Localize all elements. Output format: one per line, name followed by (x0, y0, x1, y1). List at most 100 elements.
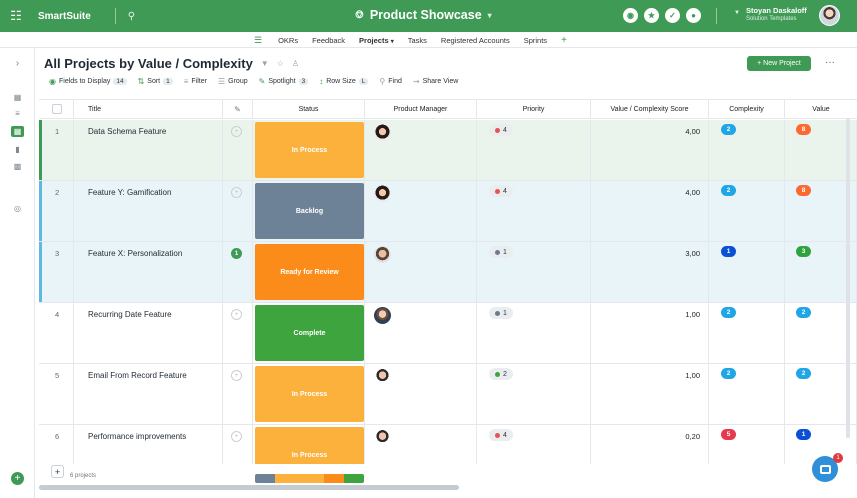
column-product-manager[interactable]: Product Manager (365, 100, 477, 119)
column-status[interactable]: Status (253, 100, 365, 119)
record-title[interactable]: Feature X: Personalization (88, 249, 182, 258)
sort-button[interactable]: ⇅ Sort 1 (138, 77, 173, 86)
horizontal-scrollbar[interactable] (39, 485, 459, 490)
complexity-badge[interactable]: 2 (721, 368, 736, 379)
user-avatar[interactable] (819, 5, 840, 26)
product-manager-avatar[interactable] (374, 368, 391, 385)
table-row[interactable]: 1 Data Schema Feature + In Process 4 4,00 2 8 (39, 120, 857, 181)
priority-badge[interactable]: 4 (489, 185, 513, 197)
record-title[interactable]: Data Schema Feature (88, 127, 166, 136)
tab-sprints[interactable]: Sprints (524, 36, 547, 45)
card-view-icon[interactable]: ▦ (11, 92, 24, 103)
value-badge[interactable]: 3 (796, 246, 811, 257)
more-options-icon[interactable]: ··· (825, 57, 835, 68)
user-menu[interactable]: ▼ Stoyan Daskaloff Solution Templates (734, 6, 807, 23)
column-priority[interactable]: Priority (477, 100, 591, 119)
status-badge[interactable]: In Process (255, 122, 364, 178)
star-icon[interactable]: ☆ (277, 59, 284, 68)
find-button[interactable]: ⚲ Find (379, 77, 401, 86)
group-button[interactable]: ☰ Group (218, 77, 248, 86)
column-complexity[interactable]: Complexity (709, 100, 785, 119)
complexity-badge[interactable]: 2 (721, 124, 736, 135)
app-title[interactable]: ⎊ Product Showcase ▾ (355, 8, 492, 22)
status-badge[interactable]: Ready for Review (255, 244, 364, 300)
collapse-chevron-icon[interactable]: › (11, 58, 24, 69)
check-icon[interactable]: ✓ (665, 8, 680, 23)
spotlight-button[interactable]: ✎ Spotlight 3 (259, 77, 309, 86)
filter-button[interactable]: ≡ Filter (184, 77, 207, 86)
priority-badge[interactable]: 4 (489, 124, 513, 136)
notifications-icon[interactable]: ● (686, 8, 701, 23)
add-comment-icon[interactable]: + (231, 126, 242, 137)
add-comment-icon[interactable]: + (231, 370, 242, 381)
kanban-view-icon[interactable]: ▮ (11, 144, 24, 155)
list-view-icon[interactable]: ≡ (11, 108, 24, 119)
add-comment-icon[interactable]: + (231, 431, 242, 442)
complexity-badge[interactable]: 5 (721, 429, 736, 440)
help-icon[interactable]: ★ (644, 8, 659, 23)
record-title[interactable]: Email From Record Feature (88, 371, 187, 380)
priority-badge[interactable]: 4 (489, 429, 513, 441)
status-badge[interactable]: In Process (255, 366, 364, 422)
product-manager-avatar[interactable] (374, 124, 391, 141)
status-badge[interactable]: Complete (255, 305, 364, 361)
search-icon[interactable]: ⚲ (128, 11, 135, 22)
status-badge[interactable]: Backlog (255, 183, 364, 239)
value-badge[interactable]: 1 (796, 429, 811, 440)
table-row[interactable]: 5 Email From Record Feature + In Process 2 1,… (39, 364, 857, 425)
record-title[interactable]: Feature Y: Gamification (88, 188, 171, 197)
column-value-complexity-score[interactable]: Value / Complexity Score (591, 100, 709, 119)
calendar-view-icon[interactable]: ▩ (11, 161, 24, 172)
tab-feedback[interactable]: Feedback (312, 36, 345, 45)
main-panel: All Projects by Value / Complexity ▼ ☆ ♙… (35, 48, 857, 498)
tab-okrs[interactable]: OKRs (278, 36, 298, 45)
record-icon[interactable]: ◎ (11, 203, 24, 214)
menu-icon[interactable]: ☰ (254, 35, 262, 46)
record-title[interactable]: Performance improvements (88, 432, 186, 441)
column-value[interactable]: Value (785, 100, 857, 119)
priority-badge[interactable]: 2 (489, 368, 513, 380)
table-row[interactable]: 3 Feature X: Personalization 1 Ready for Re… (39, 242, 857, 303)
complexity-badge[interactable]: 1 (721, 246, 736, 257)
chat-button[interactable]: 1 (812, 453, 843, 482)
product-manager-avatar[interactable] (374, 246, 391, 263)
value-badge[interactable]: 8 (796, 185, 811, 196)
solution-icon[interactable]: ◉ (623, 8, 638, 23)
add-record-button[interactable]: + (51, 465, 64, 478)
share-view-button[interactable]: ⇝ Share View (413, 77, 458, 86)
grid-view-icon[interactable]: ▦ (11, 126, 24, 137)
new-project-button[interactable]: + New Project (747, 56, 811, 71)
chevron-down-icon[interactable]: ▼ (261, 59, 269, 68)
tab-projects[interactable]: Projects ▾ (359, 36, 394, 45)
add-comment-icon[interactable]: + (231, 309, 242, 320)
table-row[interactable]: 4 Recurring Date Feature + Complete 1 1,00 2 2 (39, 303, 857, 364)
share-people-icon[interactable]: ♙ (292, 59, 299, 68)
comments-column-icon[interactable]: ✎ (223, 100, 253, 119)
priority-badge[interactable]: 1 (489, 246, 513, 258)
complexity-badge[interactable]: 2 (721, 185, 736, 196)
add-comment-icon[interactable]: + (231, 187, 242, 198)
priority-dot (495, 432, 500, 438)
value-badge[interactable]: 2 (796, 368, 811, 379)
table-row[interactable]: 2 Feature Y: Gamification + Backlog 4 4,00 2 8 (39, 181, 857, 242)
product-manager-avatar[interactable] (374, 429, 391, 446)
priority-badge[interactable]: 1 (489, 307, 513, 319)
vertical-scrollbar[interactable] (846, 118, 850, 438)
tab-tasks[interactable]: Tasks (408, 36, 427, 45)
product-manager-avatar[interactable] (374, 307, 391, 324)
value-badge[interactable]: 8 (796, 124, 811, 135)
complexity-badge[interactable]: 2 (721, 307, 736, 318)
product-manager-avatar[interactable] (374, 185, 391, 202)
select-all-checkbox[interactable] (52, 104, 62, 114)
row-size-button[interactable]: ↕ Row Size L (319, 77, 369, 86)
comment-count-badge[interactable]: 1 (231, 248, 242, 259)
apps-grid-icon[interactable]: ☷ (0, 0, 32, 32)
add-tab-icon[interactable]: + (561, 35, 567, 46)
add-view-icon[interactable]: + (11, 472, 24, 485)
value-badge[interactable]: 2 (796, 307, 811, 318)
column-title[interactable]: Title (74, 100, 223, 119)
fields-to-display-button[interactable]: ◉ Fields to Display 14 (49, 77, 127, 86)
view-title[interactable]: All Projects by Value / Complexity ▼ ☆ ♙ (44, 56, 299, 71)
tab-registered-accounts[interactable]: Registered Accounts (441, 36, 510, 45)
record-title[interactable]: Recurring Date Feature (88, 310, 172, 319)
